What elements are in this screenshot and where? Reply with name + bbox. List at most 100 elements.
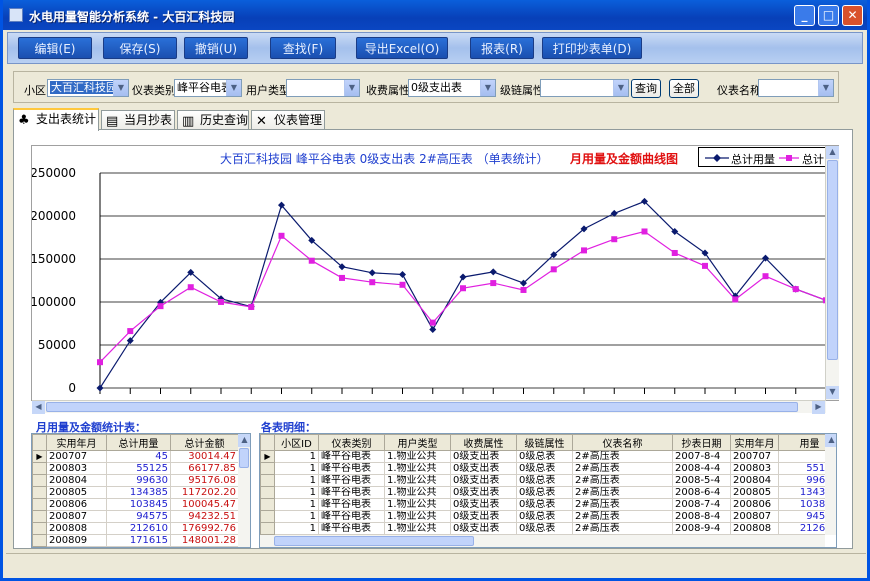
scroll-thumb[interactable]	[827, 160, 838, 360]
table-cell[interactable]: 200809	[46, 534, 107, 547]
table-cell[interactable]: 200804	[730, 474, 779, 487]
table-cell[interactable]: 1.物业公共	[384, 486, 451, 499]
tab-monthly-reading[interactable]: ▤ 当月抄表	[101, 110, 175, 130]
table-cell[interactable]: 0级支出表	[450, 486, 517, 499]
user-type-select[interactable]: ▼	[286, 79, 360, 97]
district-select[interactable]: 大百汇科技园 ▼	[47, 79, 129, 97]
table-cell[interactable]: 峰平谷电表	[318, 522, 385, 535]
table-cell[interactable]: 134385	[106, 486, 171, 499]
table-row[interactable]: 200808 212610 176992.76	[32, 522, 239, 535]
level-attr-select[interactable]: ▼	[540, 79, 629, 97]
column-header[interactable]: 用户类型	[384, 434, 451, 451]
table-cell[interactable]: 200806	[730, 498, 779, 511]
row-indicator[interactable]	[32, 522, 47, 535]
minimize-button[interactable]: _	[794, 5, 815, 26]
table-cell[interactable]: 0级支出表	[450, 510, 517, 523]
fee-attr-select[interactable]: 0级支出表 ▼	[408, 79, 496, 97]
summary-scrollbar[interactable]: ▲	[238, 434, 250, 547]
table-cell[interactable]: 0级支出表	[450, 462, 517, 475]
query-button[interactable]: 查询	[631, 79, 661, 98]
row-indicator[interactable]	[32, 498, 47, 511]
table-cell[interactable]: 117202.20	[170, 486, 239, 499]
table-row[interactable]: 1 峰平谷电表 1.物业公共 0级支出表 0级总表 2#高压表 2008-4-4 200803…	[260, 462, 836, 475]
table-row[interactable]: 200805 134385 117202.20	[32, 486, 239, 499]
table-cell[interactable]: 1	[274, 474, 319, 487]
table-cell[interactable]: 1	[274, 498, 319, 511]
maximize-button[interactable]: □	[818, 5, 839, 26]
table-cell[interactable]: 45	[106, 450, 171, 463]
column-header[interactable]: 实用年月	[730, 434, 779, 451]
chart-horizontal-scrollbar[interactable]: ◀ ▶	[32, 400, 826, 414]
row-indicator[interactable]	[260, 486, 275, 499]
table-cell[interactable]: 200707	[730, 450, 779, 463]
table-cell[interactable]: 200808	[46, 522, 107, 535]
table-cell[interactable]: 0级支出表	[450, 522, 517, 535]
table-cell[interactable]: 0级总表	[516, 522, 573, 535]
table-cell[interactable]: 2#高压表	[572, 474, 673, 487]
table-cell[interactable]: 1	[274, 486, 319, 499]
table-cell[interactable]: 0级总表	[516, 498, 573, 511]
scroll-up-icon[interactable]: ▲	[238, 434, 250, 447]
table-row[interactable]: 200809 171615 148001.28	[32, 534, 239, 547]
edit-button[interactable]: 编辑(E)	[18, 37, 92, 59]
scroll-right-icon[interactable]: ▶	[812, 401, 825, 414]
table-cell[interactable]: 200805	[730, 486, 779, 499]
table-cell[interactable]: 99630	[106, 474, 171, 487]
table-cell[interactable]: 1	[274, 522, 319, 535]
table-cell[interactable]: 2#高压表	[572, 450, 673, 463]
table-cell[interactable]: 200807	[730, 510, 779, 523]
row-indicator[interactable]	[260, 522, 275, 535]
table-cell[interactable]: 148001.28	[170, 534, 239, 547]
table-cell[interactable]: 2008-8-4	[672, 510, 731, 523]
table-cell[interactable]: 峰平谷电表	[318, 510, 385, 523]
table-cell[interactable]: 200808	[730, 522, 779, 535]
scroll-thumb[interactable]	[274, 536, 474, 546]
close-button[interactable]: ✕	[842, 5, 863, 26]
table-cell[interactable]: 2#高压表	[572, 462, 673, 475]
table-cell[interactable]: 1.物业公共	[384, 510, 451, 523]
row-indicator[interactable]	[32, 462, 47, 475]
chart-vertical-scrollbar[interactable]: ▲ ▼	[825, 146, 839, 400]
table-row[interactable]: 200803 55125 66177.85	[32, 462, 239, 475]
scroll-left-icon[interactable]: ◀	[32, 401, 45, 414]
table-cell[interactable]: 2008-9-4	[672, 522, 731, 535]
table-cell[interactable]: 2#高压表	[572, 510, 673, 523]
table-cell[interactable]: 2#高压表	[572, 486, 673, 499]
table-cell[interactable]: 1.物业公共	[384, 462, 451, 475]
table-cell[interactable]: 0级总表	[516, 474, 573, 487]
table-cell[interactable]: 66177.85	[170, 462, 239, 475]
table-row[interactable]: ▶ 200707 45 30014.47	[32, 450, 239, 463]
row-indicator[interactable]	[260, 498, 275, 511]
table-cell[interactable]: 峰平谷电表	[318, 486, 385, 499]
table-cell[interactable]: 2008-5-4	[672, 474, 731, 487]
row-indicator[interactable]	[32, 474, 47, 487]
tab-history-query[interactable]: ▥ 历史查询	[177, 110, 249, 130]
table-cell[interactable]: 1.物业公共	[384, 450, 451, 463]
column-header[interactable]: 级链属性	[516, 434, 573, 451]
column-header[interactable]: 总计用量	[106, 434, 171, 451]
column-header[interactable]: 抄表日期	[672, 434, 731, 451]
scroll-up-icon[interactable]: ▲	[826, 146, 839, 159]
row-indicator[interactable]	[32, 510, 47, 523]
row-indicator[interactable]	[32, 534, 47, 547]
table-row[interactable]: 200807 94575 94232.51	[32, 510, 239, 523]
table-cell[interactable]: 200804	[46, 474, 107, 487]
table-cell[interactable]: 2007-8-4	[672, 450, 731, 463]
print-reading-sheet-button[interactable]: 打印抄表单(D)	[542, 37, 642, 59]
table-cell[interactable]: 200803	[730, 462, 779, 475]
table-cell[interactable]: 1.物业公共	[384, 474, 451, 487]
table-cell[interactable]: 176992.76	[170, 522, 239, 535]
table-cell[interactable]: 0级支出表	[450, 450, 517, 463]
table-cell[interactable]: 103845	[106, 498, 171, 511]
details-vertical-scrollbar[interactable]: ▲	[825, 434, 836, 535]
table-cell[interactable]: 峰平谷电表	[318, 450, 385, 463]
table-cell[interactable]: 峰平谷电表	[318, 474, 385, 487]
table-cell[interactable]: 94575	[106, 510, 171, 523]
table-cell[interactable]: 200803	[46, 462, 107, 475]
table-cell[interactable]: 0级支出表	[450, 498, 517, 511]
table-cell[interactable]: 200806	[46, 498, 107, 511]
row-indicator[interactable]	[260, 474, 275, 487]
column-header[interactable]: 仪表名称	[572, 434, 673, 451]
table-cell[interactable]: 2008-4-4	[672, 462, 731, 475]
table-cell[interactable]: 95176.08	[170, 474, 239, 487]
